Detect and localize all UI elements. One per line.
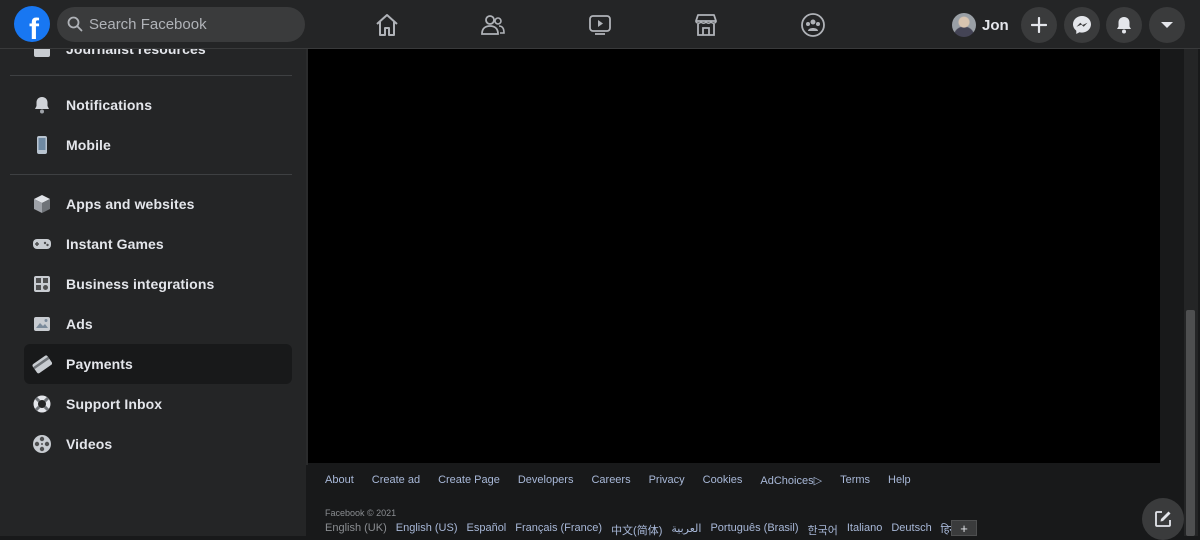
sidebar-item-label: Mobile (66, 137, 111, 153)
footer-link-careers[interactable]: Careers (591, 474, 630, 487)
adchoices-icon: ▷ (813, 475, 823, 487)
sidebar-item-label: Instant Games (66, 236, 164, 252)
sidebar-item-instant-games[interactable]: Instant Games (24, 224, 292, 264)
account-menu-button[interactable] (1149, 7, 1185, 43)
footer-link-about[interactable]: About (325, 474, 354, 487)
new-message-button[interactable] (1142, 498, 1184, 540)
marketplace-icon[interactable] (693, 12, 719, 38)
sidebar-item-notifications[interactable]: Notifications (24, 85, 292, 125)
sidebar-item-videos[interactable]: Videos (24, 424, 292, 464)
footer-links: About Create ad Create Page Developers C… (325, 474, 929, 487)
search-icon (67, 16, 83, 32)
gamepad-icon (31, 233, 53, 255)
add-language-button[interactable]: + (951, 520, 977, 536)
search-input[interactable] (89, 16, 289, 33)
avatar (952, 13, 976, 37)
settings-content-frame (308, 49, 1160, 463)
add-language-label: + (960, 520, 968, 536)
sidebar-item-journalist-resources[interactable]: Journalist resources (24, 49, 292, 69)
business-icon (31, 273, 53, 295)
adchoices-label: AdChoices (760, 475, 814, 487)
watch-icon[interactable] (587, 12, 613, 38)
journalist-icon (31, 49, 53, 60)
sidebar-item-ads[interactable]: Ads (24, 304, 292, 344)
sidebar-item-label: Support Inbox (66, 396, 163, 412)
page-scrollbar-thumb[interactable] (1186, 310, 1195, 536)
footer-link-privacy[interactable]: Privacy (649, 474, 685, 487)
profile-shortcut[interactable]: Jon (948, 8, 1015, 42)
groups-icon[interactable] (800, 12, 826, 38)
notifications-icon (1117, 17, 1131, 34)
sidebar-item-label: Business integrations (66, 276, 215, 292)
ads-icon (31, 313, 53, 335)
footer-link-terms[interactable]: Terms (840, 474, 870, 487)
sidebar-item-label: Journalist resources (66, 49, 206, 57)
profile-name: Jon (982, 16, 1009, 34)
settings-sidebar: Journalist resources Notifications Mobil… (0, 49, 306, 536)
bell-icon (31, 94, 53, 116)
sidebar-divider (10, 75, 292, 76)
logo-letter: f (29, 13, 39, 43)
cube-icon (31, 193, 53, 215)
facebook-logo[interactable]: f (14, 6, 50, 42)
sidebar-item-mobile[interactable]: Mobile (24, 125, 292, 165)
lifebuoy-icon (31, 393, 53, 415)
search-box[interactable] (57, 7, 305, 42)
footer-link-developers[interactable]: Developers (518, 474, 574, 487)
compose-icon (1155, 511, 1171, 527)
create-button[interactable] (1021, 7, 1057, 43)
copyright-text: Facebook © 2021 (325, 508, 397, 518)
sidebar-item-label: Videos (66, 436, 113, 452)
sidebar-item-label: Ads (66, 316, 93, 332)
footer-link-adchoices[interactable]: AdChoices▷ (760, 474, 822, 487)
sidebar-divider (10, 174, 292, 175)
sidebar-item-apps-and-websites[interactable]: Apps and websites (24, 184, 292, 224)
home-icon[interactable] (374, 12, 400, 38)
messenger-icon (1073, 16, 1091, 34)
payment-card-icon (31, 353, 53, 375)
sidebar-item-label: Notifications (66, 97, 153, 113)
film-reel-icon (31, 433, 53, 455)
messenger-button[interactable] (1064, 7, 1100, 43)
sidebar-item-support-inbox[interactable]: Support Inbox (24, 384, 292, 424)
sidebar-item-label: Payments (66, 356, 133, 372)
chevron-down-icon (1161, 22, 1173, 28)
sidebar-item-label: Apps and websites (66, 196, 195, 212)
notifications-button[interactable] (1106, 7, 1142, 43)
sidebar-item-business-integrations[interactable]: Business integrations (24, 264, 292, 304)
footer-link-create-ad[interactable]: Create ad (372, 474, 420, 487)
footer-link-help[interactable]: Help (888, 474, 911, 487)
top-navigation-bar: f Jon (0, 0, 1200, 49)
sidebar-item-payments[interactable]: Payments (24, 344, 292, 384)
friends-icon[interactable] (480, 12, 506, 38)
footer-link-cookies[interactable]: Cookies (703, 474, 743, 487)
footer-link-create-page[interactable]: Create Page (438, 474, 500, 487)
add-icon (1031, 17, 1047, 33)
phone-icon (31, 134, 53, 156)
